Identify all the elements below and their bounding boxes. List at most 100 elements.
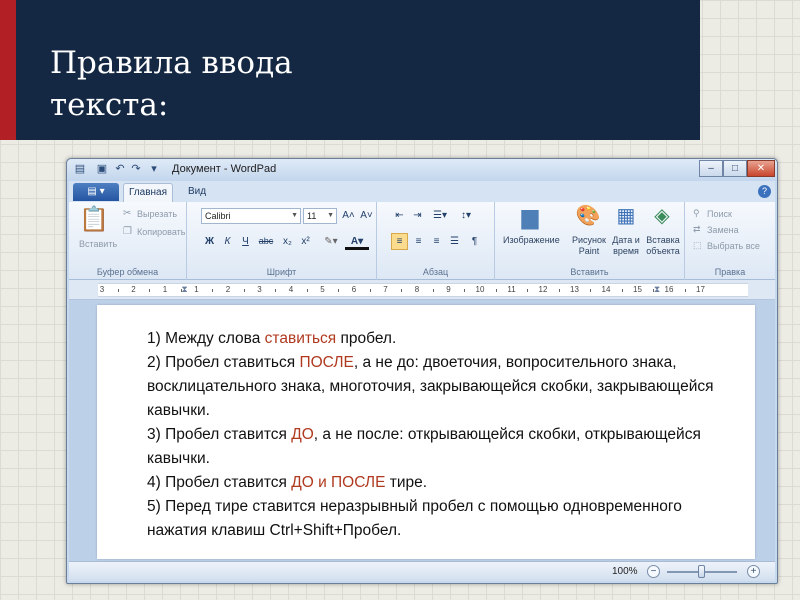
font-family-value: Calibri — [205, 211, 231, 221]
decrease-indent-icon[interactable]: ⇤ — [391, 207, 408, 224]
ruler-number: 5 — [320, 285, 325, 294]
paste-button[interactable]: Вставить — [79, 239, 117, 249]
ruler-tick — [401, 289, 403, 292]
title-bar: ▤ ▣ ↶ ↷ ▾ Документ - WordPad – □ ✕ — [67, 159, 777, 181]
align-right-icon[interactable]: ≡ — [428, 233, 445, 250]
font-group: Calibri ▼ 11 ▼ A˄ A˅ Ж К Ч abc x₂ x² ✎▾ … — [187, 202, 377, 280]
select-all-button[interactable]: Выбрать все — [707, 241, 760, 251]
save-icon[interactable]: ▣ — [95, 163, 109, 176]
chevron-down-icon: ▼ — [291, 212, 298, 219]
ruler-tick — [243, 289, 245, 292]
ruler-tick — [212, 289, 214, 292]
ruler-number: 1 — [194, 285, 199, 294]
font-family-select[interactable]: Calibri ▼ — [201, 208, 301, 224]
document-text[interactable]: 1) Между слова ставиться пробел. 2) Пробе… — [147, 327, 737, 543]
rule-item: 4) Пробел ставится ДО и ПОСЛЕ тире. — [147, 471, 737, 495]
font-group-label: Шрифт — [266, 267, 297, 277]
shrink-font-button[interactable]: A˅ — [358, 207, 375, 224]
app-menu-button[interactable]: ▤ ▾ — [73, 183, 119, 201]
ruler-tick — [590, 289, 592, 292]
picture-button[interactable]: Изображение — [503, 235, 560, 245]
bullet-list-icon[interactable]: ☰▾ — [429, 207, 451, 224]
zoom-in-button[interactable]: + — [747, 565, 760, 578]
object-button[interactable]: Вставка объекта — [643, 235, 683, 257]
rule-text: пробел. — [336, 330, 397, 347]
document-page[interactable]: 1) Между слова ставиться пробел. 2) Пробе… — [97, 305, 755, 559]
ruler-number: 12 — [538, 285, 548, 294]
calendar-icon[interactable]: ▦ — [613, 206, 639, 226]
bold-button[interactable]: Ж — [201, 233, 218, 250]
ruler-number: 9 — [446, 285, 451, 294]
ruler-tick — [558, 289, 560, 292]
highlight-color-icon[interactable]: ✎▾ — [319, 233, 343, 250]
paragraph-settings-icon[interactable]: ¶ — [466, 233, 483, 250]
rule-item: 2) Пробел ставиться ПОСЛЕ, а не до: двое… — [147, 351, 737, 423]
datetime-button[interactable]: Дата и время — [609, 235, 643, 257]
ruler-number: 3 — [99, 285, 105, 294]
help-icon[interactable]: ? — [758, 185, 771, 198]
ruler-number: 2 — [131, 285, 136, 294]
chevron-down-icon: ▼ — [327, 212, 334, 219]
underline-button[interactable]: Ч — [237, 233, 254, 250]
ruler-tick — [684, 289, 686, 292]
ribbon: 📋 Вставить ✂ Вырезать ❐ Копировать Буфер… — [69, 202, 775, 280]
ruler-strip[interactable]: 3 2 1 1 2 3 4 5 6 7 8 9 10 11 12 13 14 15 16 17 ⧗ ⧗ — [98, 283, 748, 297]
indent-marker-icon[interactable]: ⧗ — [181, 284, 187, 295]
font-color-icon[interactable]: A▾ — [345, 233, 369, 250]
rule-text: 4) Пробел ставится — [147, 474, 292, 491]
minimize-button[interactable]: – — [699, 160, 723, 177]
ruler-tick — [369, 289, 371, 292]
justify-icon[interactable]: ☰ — [446, 233, 463, 250]
align-center-icon[interactable]: ≡ — [410, 233, 427, 250]
paste-icon[interactable]: 📋 — [79, 208, 109, 232]
status-bar: 100% − + — [69, 561, 775, 581]
zoom-out-button[interactable]: − — [647, 565, 660, 578]
align-left-icon[interactable]: ≡ — [391, 233, 408, 250]
ruler-number: 10 — [475, 285, 485, 294]
maximize-button[interactable]: □ — [723, 160, 747, 177]
object-icon[interactable]: ◈ — [649, 206, 675, 226]
cut-icon: ✂ — [123, 208, 132, 219]
ruler[interactable]: 3 2 1 1 2 3 4 5 6 7 8 9 10 11 12 13 14 15 16 17 ⧗ ⧗ — [69, 280, 775, 300]
slide-title: Правила ввода текста: — [50, 45, 293, 123]
italic-button[interactable]: К — [219, 233, 236, 250]
tab-view[interactable]: Вид — [177, 183, 217, 202]
copy-button[interactable]: Копировать — [137, 227, 185, 237]
subscript-button[interactable]: x₂ — [279, 233, 296, 250]
ruler-number: 7 — [383, 285, 388, 294]
strikethrough-button[interactable]: abc — [255, 233, 277, 250]
increase-indent-icon[interactable]: ⇥ — [409, 207, 426, 224]
picture-icon[interactable]: ▆ — [515, 206, 545, 228]
redo-icon[interactable]: ↷ — [129, 163, 143, 176]
font-size-select[interactable]: 11 ▼ — [303, 208, 337, 224]
ruler-number: 1 — [162, 285, 168, 294]
line-spacing-icon[interactable]: ↕▾ — [455, 207, 477, 224]
grow-font-button[interactable]: A˄ — [340, 207, 357, 224]
tab-home[interactable]: Главная — [123, 183, 173, 202]
slide-accent-bar — [0, 0, 16, 140]
paint-button[interactable]: Рисунок Paint — [569, 235, 609, 257]
zoom-slider-thumb[interactable] — [698, 565, 705, 578]
slide-header: Правила ввода текста: — [0, 0, 700, 140]
ruler-tick — [527, 289, 529, 292]
wordpad-app-icon: ▤ — [74, 163, 86, 175]
copy-icon: ❐ — [123, 226, 132, 237]
replace-button[interactable]: Замена — [707, 225, 739, 235]
ruler-number: 8 — [414, 285, 420, 294]
ruler-number: 14 — [601, 285, 611, 294]
ruler-number: 3 — [257, 285, 262, 294]
rule-item: 3) Пробел ставится ДО, а не после: откры… — [147, 423, 737, 471]
insert-group: ▆ Изображение 🎨 Рисунок Paint ▦ Дата и в… — [495, 202, 685, 280]
undo-icon[interactable]: ↶ — [113, 163, 127, 176]
cut-button[interactable]: Вырезать — [137, 209, 177, 219]
find-button[interactable]: Поиск — [707, 209, 732, 219]
quick-access-dropdown-icon[interactable]: ▾ — [147, 163, 161, 176]
superscript-button[interactable]: x² — [297, 233, 314, 250]
ruler-number: 6 — [351, 285, 357, 294]
ruler-tick — [117, 289, 119, 292]
paint-icon[interactable]: 🎨 — [575, 206, 601, 226]
clipboard-group: 📋 Вставить ✂ Вырезать ❐ Копировать Буфер… — [69, 202, 187, 280]
right-indent-marker-icon[interactable]: ⧗ — [654, 284, 660, 295]
wordpad-window: ▤ ▣ ↶ ↷ ▾ Документ - WordPad – □ ✕ ▤ ▾ Г… — [66, 158, 778, 584]
close-button[interactable]: ✕ — [747, 160, 775, 177]
